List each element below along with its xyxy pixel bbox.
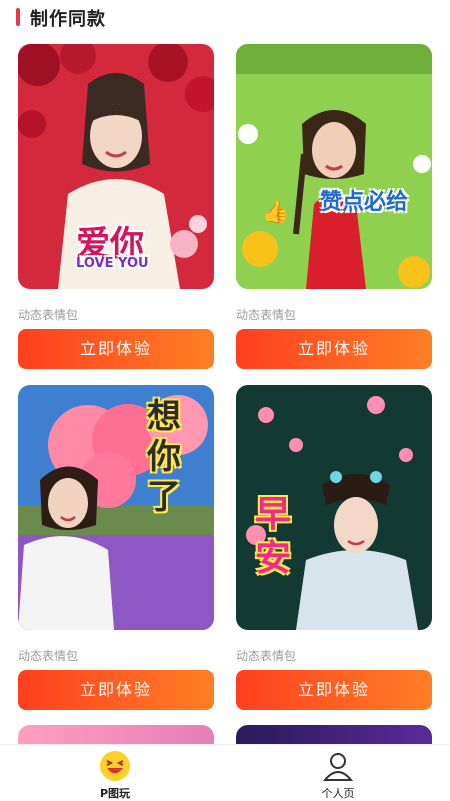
tab-p-play[interactable]: P图玩 xyxy=(55,745,175,801)
card-caption: 动态表情包 xyxy=(236,649,297,663)
person-icon xyxy=(322,753,354,781)
sticker-subtext: LOVE YOU xyxy=(76,256,149,271)
sticker-text: 想你了 xyxy=(147,397,181,517)
tab-label: 个人页 xyxy=(321,787,355,800)
section-header: 制作同款 xyxy=(0,0,450,34)
sticker-text: 赞点必给 xyxy=(320,190,409,215)
card-caption: 动态表情包 xyxy=(18,649,79,663)
try-now-button[interactable]: 立即体验 xyxy=(18,329,214,369)
laughing-face-icon xyxy=(100,751,130,781)
card-caption: 动态表情包 xyxy=(236,308,297,322)
template-card-6-partial[interactable] xyxy=(236,725,432,745)
try-now-button[interactable]: 立即体验 xyxy=(18,670,214,710)
header-accent-bar xyxy=(16,8,20,26)
tab-profile[interactable]: 个人页 xyxy=(278,745,398,801)
template-thumbnail[interactable]: 早安 xyxy=(236,385,432,630)
card-caption: 动态表情包 xyxy=(18,308,79,322)
section-title: 制作同款 xyxy=(30,9,106,30)
tab-label: P图玩 xyxy=(99,787,131,800)
sticker-text: 早安 xyxy=(254,494,291,579)
template-card-5-partial[interactable] xyxy=(18,725,214,745)
template-thumbnail[interactable]: 想你了 xyxy=(18,385,214,630)
template-thumbnail[interactable]: 赞点必给 👍 xyxy=(236,44,432,289)
try-now-button[interactable]: 立即体验 xyxy=(236,329,432,369)
template-thumbnail[interactable]: 爱你 LOVE YOU xyxy=(18,44,214,289)
try-now-button[interactable]: 立即体验 xyxy=(236,670,432,710)
thumbs-up-icon: 👍 xyxy=(262,200,290,225)
bottom-tab-bar: P图玩 个人页 xyxy=(0,744,450,801)
